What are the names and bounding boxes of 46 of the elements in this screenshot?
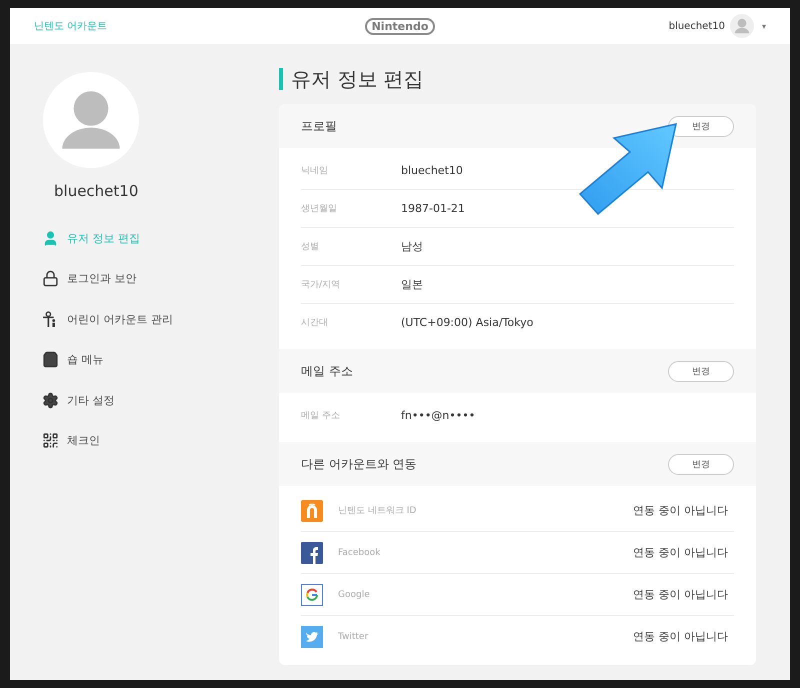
nnid-logo-icon [301, 500, 323, 522]
field-value: fn•••@n•••• [401, 409, 476, 422]
section-title: 프로필 [301, 118, 337, 134]
field-label: 닉네임 [301, 165, 329, 177]
sidebar-item[interactable]: 체크인 [42, 420, 272, 461]
qr-code-icon [42, 432, 59, 450]
link-status: 연동 중이 아닙니다 [633, 629, 728, 644]
google-logo-icon [301, 584, 323, 606]
caret-icon[interactable]: ▾ [762, 22, 766, 30]
field-label: 시간대 [301, 317, 329, 329]
section-title: 메일 주소 [301, 362, 353, 380]
field-label: 생년월일 [301, 203, 338, 215]
field-label: 성별 [301, 241, 320, 253]
link-status: 연동 중이 아닙니다 [633, 587, 728, 602]
avatar-icon[interactable] [730, 14, 754, 38]
change-button[interactable]: 변경 [668, 454, 734, 474]
service-name: Facebook [338, 548, 382, 558]
sidebar-item[interactable]: 숍 메뉴 [42, 340, 272, 380]
page-title: 유저 정보 편집 [279, 68, 424, 90]
field-value: bluechet10 [401, 164, 463, 177]
field-value: 남성 [401, 239, 423, 254]
link-status: 연동 중이 아닙니다 [633, 503, 728, 518]
bag-icon [42, 351, 59, 368]
field-label: 국가/지역 [301, 279, 342, 291]
lock-icon [42, 270, 59, 288]
change-button[interactable]: 변경 [668, 116, 734, 136]
service-name: 닌텐도 네트워크 ID [338, 505, 418, 517]
sidebar-item[interactable]: 기타 설정 [42, 380, 272, 420]
sidebar-item[interactable]: 로그인과 보안 [42, 258, 272, 299]
nintendo-logo: Nintendo [364, 18, 436, 34]
twitter-logo-icon [301, 626, 323, 648]
account-name: bluechet10 [668, 20, 725, 32]
service-name: Twitter [338, 632, 370, 642]
field-value: 일본 [401, 277, 423, 292]
facebook-logo-icon [301, 542, 323, 564]
profile-name: bluechet10 [54, 182, 140, 200]
section-title: 다른 어카운트와 연동 [301, 456, 417, 472]
field-value: 1987-01-21 [401, 202, 465, 215]
sidebar-item[interactable]: 어린이 어카운트 관리 [42, 299, 272, 340]
user-icon [42, 230, 59, 247]
field-value: (UTC+09:00) Asia/Tokyo [401, 316, 534, 329]
service-name: Google [338, 590, 371, 600]
link-status: 연동 중이 아닙니다 [633, 545, 728, 560]
change-button[interactable]: 변경 [668, 360, 734, 382]
field-label: 메일 주소 [301, 410, 341, 422]
settings-icon [42, 392, 59, 409]
